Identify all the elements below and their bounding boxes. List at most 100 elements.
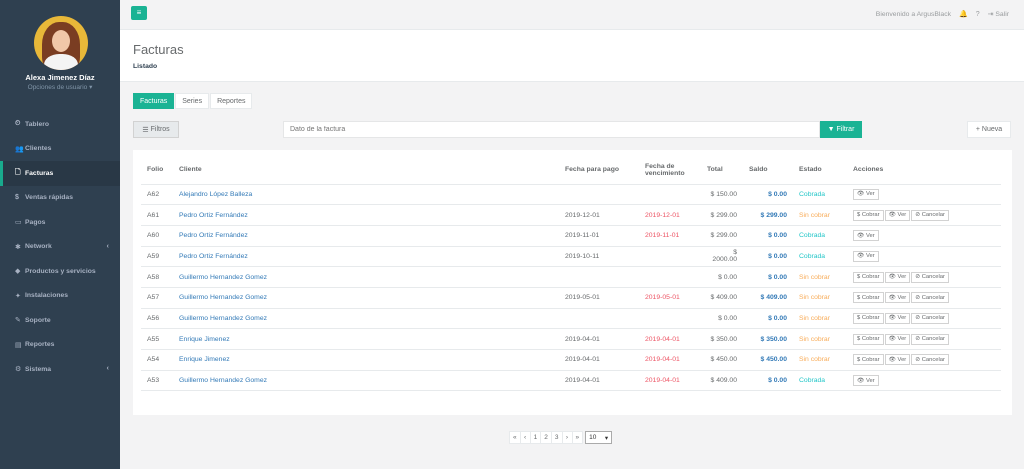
cell-cliente-link[interactable]: Guillermo Hernandez Gomez — [173, 266, 559, 288]
cell-saldo: $ 0.00 — [743, 246, 793, 268]
table-row: A58 Guillermo Hernandez Gomez $ 0.00 $ 0.00… — [141, 266, 1001, 288]
chevron-left-icon: ‹ — [106, 242, 109, 250]
filtros-label: Filtros — [150, 126, 170, 133]
menu-toggle-button[interactable]: ≡ — [131, 6, 147, 20]
sidebar-item-instalaciones[interactable]: ✦ Instalaciones — [0, 284, 120, 309]
sidebar-item-pagos[interactable]: ▭ Pagos — [0, 210, 120, 235]
cell-cliente-link[interactable]: Guillermo Hernandez Gomez — [173, 287, 559, 309]
ver-button[interactable]: 👁 Ver — [884, 209, 911, 221]
sidebar-item-facturas[interactable]: 🗋 Facturas — [0, 161, 120, 186]
sidebar-item-label: Network — [25, 243, 52, 251]
book-icon: ▤ — [15, 341, 22, 349]
sidebar-item-soporte[interactable]: ✎ Soporte — [0, 308, 120, 333]
cancelar-button[interactable]: ⊘ Cancelar — [911, 354, 949, 366]
avatar[interactable] — [34, 16, 88, 70]
col-folio[interactable]: Folio — [141, 156, 173, 185]
cell-folio: A61 — [141, 204, 173, 226]
ver-button[interactable]: 👁 Ver — [853, 230, 879, 242]
col-cliente[interactable]: Cliente — [173, 156, 559, 185]
sidebar-item-tablero[interactable]: ⏲ Tablero — [0, 112, 120, 137]
page-size-select[interactable]: 10 ▾ — [585, 431, 613, 444]
sidebar-item-network[interactable]: ✱ Network ‹ — [0, 235, 120, 260]
status-badge: Sin cobrar — [793, 349, 847, 371]
cell-cliente-link[interactable]: Pedro Ortiz Fernández — [173, 246, 559, 268]
cancelar-button[interactable]: ⊘ Cancelar — [911, 312, 949, 324]
help-icon[interactable]: ? — [976, 11, 980, 18]
cancelar-button[interactable]: ⊘ Cancelar — [911, 292, 949, 304]
sidebar: Alexa Jimenez Díaz Opciones de usuario ▾… — [0, 0, 120, 469]
filtros-button[interactable]: ☰ Filtros — [133, 121, 179, 138]
ver-button[interactable]: 👁 Ver — [884, 354, 911, 366]
cell-saldo: $ 409.00 — [743, 287, 793, 309]
cobrar-button[interactable]: $ Cobrar — [853, 209, 884, 221]
ver-button[interactable]: 👁 Ver — [884, 333, 911, 345]
cell-cliente-link[interactable]: Guillermo Hernandez Gomez — [173, 308, 559, 330]
sidebar-item-productos-y-servicios[interactable]: ◆ Productos y servicios — [0, 259, 120, 284]
sidebar-item-sistema[interactable]: ⚙ Sistema ‹ — [0, 357, 120, 382]
cell-saldo: $ 299.00 — [743, 204, 793, 226]
col-estado[interactable]: Estado — [793, 156, 847, 185]
cancelar-button[interactable]: ⊘ Cancelar — [911, 271, 949, 283]
cobrar-button[interactable]: $ Cobrar — [853, 271, 884, 283]
sidebar-item-ventas-rapidas[interactable]: $ Ventas rápidas — [0, 186, 120, 211]
ver-button[interactable]: 👁 Ver — [884, 312, 911, 324]
chevron-left-icon: ‹ — [106, 365, 109, 372]
tool-icon: ✎ — [15, 317, 21, 325]
cancelar-button[interactable]: ⊘ Cancelar — [911, 209, 949, 221]
cell-cliente-link[interactable]: Enrique Jimenez — [173, 349, 559, 371]
cobrar-button[interactable]: $ Cobrar — [853, 292, 884, 304]
search-input[interactable] — [283, 121, 820, 138]
cobrar-button[interactable]: $ Cobrar — [853, 333, 884, 345]
cell-cliente-link[interactable]: Guillermo Hernandez Gomez — [173, 370, 559, 392]
page-size-value: 10 — [589, 434, 597, 441]
cobrar-button[interactable]: $ Cobrar — [853, 354, 884, 366]
col-acciones: Acciones — [847, 156, 1001, 185]
cell-cliente-link[interactable]: Pedro Ortiz Fernández — [173, 225, 559, 247]
sidebar-item-label: Reportes — [25, 341, 55, 349]
filtrar-label: Filtrar — [836, 126, 855, 133]
logout-link[interactable]: ⇥ Salir — [988, 10, 1009, 18]
tab-reportes[interactable]: Reportes — [210, 93, 253, 109]
pagination: «‹ 1 2 3 ›» 10 ▾ — [509, 431, 613, 444]
cell-cliente-link[interactable]: Pedro Ortiz Fernández — [173, 204, 559, 226]
cell-fecha-venc: 2019-04-01 — [639, 328, 701, 350]
ver-button[interactable]: 👁 Ver — [884, 271, 911, 283]
col-fecha-venc[interactable]: Fecha de vencimiento — [639, 156, 701, 185]
cell-cliente-link[interactable]: Alejandro López Balleza — [173, 184, 559, 206]
cell-fecha-pago: 2019-10-11 — [559, 246, 639, 268]
sidebar-item-label: Productos y servicios — [25, 267, 96, 275]
network-icon: ✱ — [15, 243, 21, 251]
sidebar-menu: ⏲ Tablero 👥 Clientes 🗋 Facturas $ Ventas rápida… — [0, 112, 120, 382]
sidebar-item-label: Instalaciones — [25, 292, 69, 300]
sidebar-item-clientes[interactable]: 👥 Clientes — [0, 137, 120, 162]
cell-acciones: $ Cobrar 👁 Ver ⊘ Cancelar — [847, 266, 1001, 288]
ver-button[interactable]: 👁 Ver — [853, 188, 879, 200]
tab-facturas[interactable]: Facturas — [133, 93, 175, 109]
tab-series[interactable]: Series — [175, 93, 210, 109]
table-row: A61 Pedro Ortiz Fernández 2019-12-01 2019-1… — [141, 204, 1001, 226]
sign-out-icon: ⇥ — [987, 11, 994, 18]
topbar: ≡ Bienvenido a ArgusBlack 🔔 ? ⇥ Salir — [120, 0, 1024, 30]
list-icon: ☰ — [142, 126, 149, 134]
col-total[interactable]: Total — [701, 156, 743, 185]
ver-button[interactable]: 👁 Ver — [884, 292, 911, 304]
bell-icon[interactable]: 🔔 — [959, 10, 968, 18]
last-page-button[interactable]: » — [571, 431, 584, 444]
cell-acciones: 👁 Ver — [847, 370, 1001, 392]
cobrar-button[interactable]: $ Cobrar — [853, 312, 884, 324]
nueva-button[interactable]: + Nueva — [967, 121, 1011, 138]
user-options-dropdown[interactable]: Opciones de usuario ▾ — [0, 83, 120, 91]
table-row: A56 Guillermo Hernandez Gomez $ 0.00 $ 0.00… — [141, 308, 1001, 330]
col-fecha-pago[interactable]: Fecha para pago — [559, 156, 639, 185]
sidebar-item-reportes[interactable]: ▤ Reportes — [0, 333, 120, 358]
cell-fecha-pago: 2019-04-01 — [559, 328, 639, 350]
filtrar-button[interactable]: ▼ Filtrar — [820, 121, 862, 138]
col-saldo[interactable]: Saldo — [743, 156, 793, 185]
cell-fecha-pago: 2019-04-01 — [559, 349, 639, 371]
ver-button[interactable]: 👁 Ver — [853, 250, 879, 262]
cell-cliente-link[interactable]: Enrique Jimenez — [173, 328, 559, 350]
table-row: A54 Enrique Jimenez 2019-04-01 2019-04-01 $ … — [141, 349, 1001, 371]
sidebar-item-label: Ventas rápidas — [25, 194, 73, 202]
cancelar-button[interactable]: ⊘ Cancelar — [911, 333, 949, 345]
ver-button[interactable]: 👁 Ver — [853, 375, 879, 387]
